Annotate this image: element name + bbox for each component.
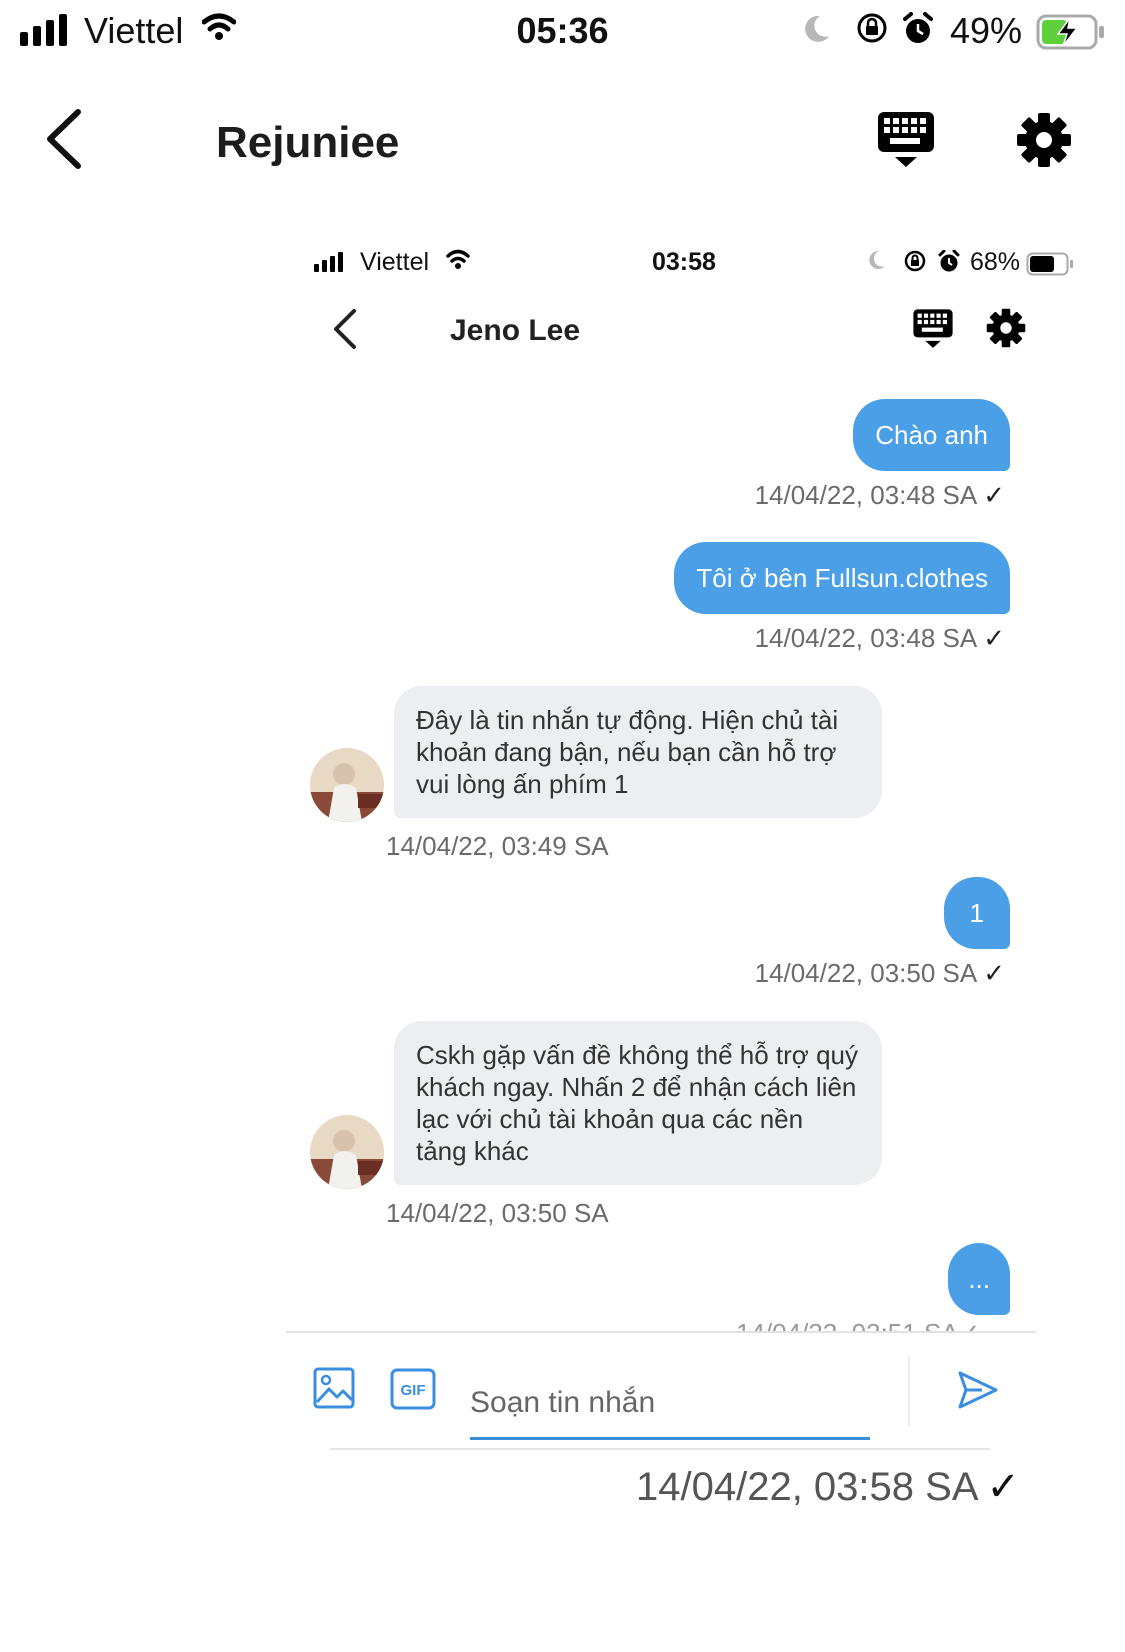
image-picker-icon[interactable]: [312, 1366, 356, 1415]
message-input[interactable]: [470, 1368, 870, 1440]
message-timestamp: 14/04/22, 03:48 SA ✓: [755, 480, 1005, 511]
gif-label: GIF: [401, 1382, 426, 1399]
chat-title: Rejuniee: [216, 118, 400, 167]
inner-status-bar: Viettel 03:58 68%: [300, 230, 1080, 280]
message-composer: GIF: [300, 1340, 1030, 1450]
inner-rotation-lock-icon: [904, 250, 926, 277]
inner-battery-percent: 68%: [970, 248, 1021, 276]
message-timestamp: 14/04/22, 03:49 SA: [386, 831, 609, 861]
message-bubble-outgoing[interactable]: 1: [943, 877, 1010, 949]
composer-divider: [286, 1331, 1036, 1333]
message-timestamp: 14/04/22, 03:50 SA: [386, 1198, 609, 1228]
rotation-lock-icon: [856, 12, 888, 49]
sent-check-icon: ✓: [983, 958, 1005, 988]
chat-header: Rejuniee: [0, 90, 1125, 200]
contact-avatar[interactable]: [310, 748, 384, 822]
inner-wifi-icon: [446, 248, 470, 275]
battery-percent: 49%: [950, 10, 1023, 51]
keyboard-icon[interactable]: [876, 110, 936, 175]
message-timestamp: 14/04/22, 03:50 SA ✓: [755, 958, 1005, 989]
moon-icon: [802, 14, 830, 49]
inner-back-button[interactable]: [330, 308, 360, 355]
inner-battery-icon: [1026, 252, 1076, 281]
inner-carrier-name: Viettel: [360, 248, 430, 276]
status-bar: Viettel 05:36 49%: [0, 0, 1125, 64]
back-button[interactable]: [42, 108, 86, 175]
inner-status-time: 03:58: [652, 248, 716, 276]
inner-chat-title: Jeno Lee: [450, 314, 581, 347]
inner-settings-gear-icon[interactable]: [986, 308, 1026, 353]
battery-charging-icon: [1036, 14, 1114, 55]
inner-alarm-icon: [938, 249, 960, 279]
sent-check-icon: ✓: [983, 480, 1005, 510]
gif-picker-icon[interactable]: GIF: [390, 1368, 436, 1415]
timestamp-text: 14/04/22, 03:48 SA: [754, 480, 978, 510]
message-bubble-outgoing[interactable]: ...: [948, 1243, 1010, 1315]
message-bubble-incoming[interactable]: Cskh gặp vấn đề không thể hỗ trợ quý khá…: [394, 1021, 882, 1185]
send-icon[interactable]: [956, 1368, 1000, 1417]
inner-signal-icon: [314, 252, 343, 272]
contact-avatar[interactable]: [310, 1115, 384, 1189]
message-timestamp: 14/04/22, 03:48 SA ✓: [755, 623, 1005, 654]
inner-chat-header: Jeno Lee: [300, 296, 1080, 366]
composer-bottom-line: [330, 1448, 990, 1450]
timestamp-text: 14/04/22, 03:50 SA: [754, 958, 978, 988]
inner-keyboard-icon[interactable]: [912, 308, 954, 355]
timestamp-text: 14/04/22, 03:48 SA: [754, 623, 978, 653]
inner-moon-icon: [866, 250, 886, 277]
settings-gear-icon[interactable]: [1016, 112, 1072, 173]
message-bubble-incoming[interactable]: Đây là tin nhắn tự động. Hiện chủ tài kh…: [394, 686, 882, 818]
timestamp-text: 14/04/22, 03:58 SA: [636, 1465, 979, 1509]
sent-check-icon: ✓: [986, 1465, 1021, 1509]
message-bubble-outgoing[interactable]: Chào anh: [853, 399, 1010, 471]
sent-check-icon: ✓: [983, 623, 1005, 653]
alarm-icon: [902, 12, 934, 51]
send-divider: [908, 1356, 910, 1426]
screenshot-message-timestamp: 14/04/22, 03:58 SA ✓: [636, 1464, 1020, 1510]
message-bubble-outgoing[interactable]: Tôi ở bên Fullsun.clothes: [674, 542, 1010, 614]
